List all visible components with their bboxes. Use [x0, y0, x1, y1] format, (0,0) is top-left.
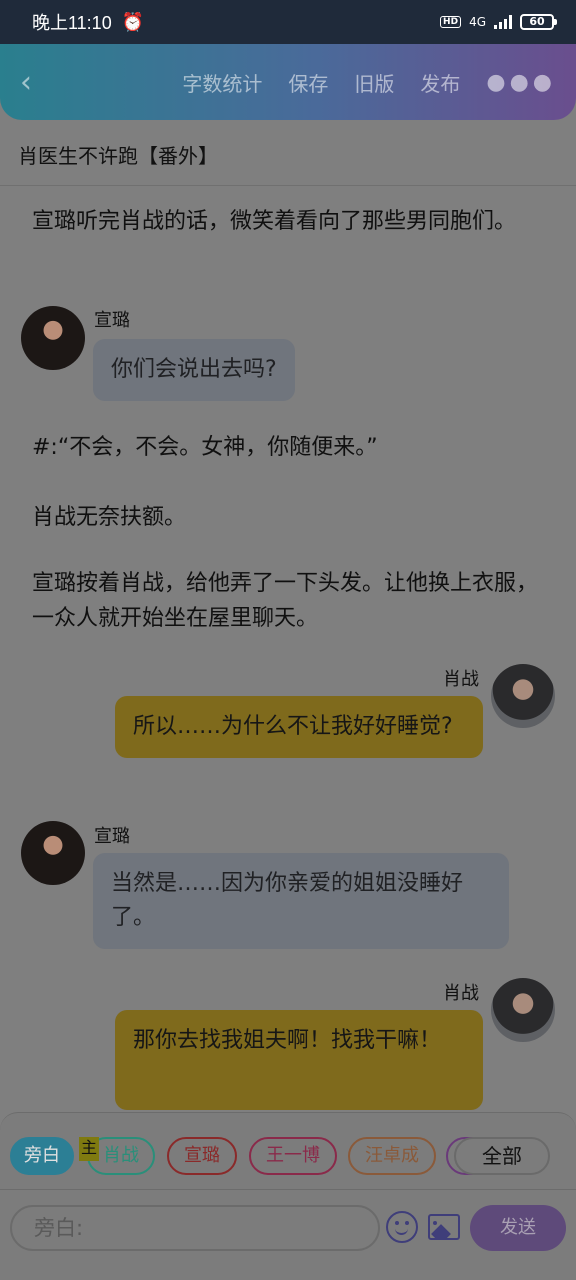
role-chip-bar[interactable]: 旁白 肖战 主 宣璐 王一博 汪卓成 全部: [10, 1137, 566, 1177]
divider: [0, 1189, 576, 1190]
signal-icon: [494, 15, 512, 29]
narration-text[interactable]: 宣璐听完肖战的话，微笑着看向了那些男同胞们。: [32, 204, 552, 239]
dialog-bubble-left[interactable]: 当然是……因为你亲爱的姐姐没睡好了。: [93, 853, 509, 949]
main-role-badge: 主: [79, 1137, 99, 1161]
message-input[interactable]: 旁白:: [10, 1205, 380, 1251]
role-chip-wangyibo[interactable]: 王一博: [249, 1137, 337, 1175]
app-header: ‹ 字数统计 保存 旧版 发布 ●●●: [0, 44, 576, 120]
send-button[interactable]: 发送: [470, 1205, 566, 1251]
avatar-xiaozhan[interactable]: [491, 664, 555, 728]
save-button[interactable]: 保存: [288, 68, 328, 97]
dialog-bubble-right[interactable]: 那你去找我姐夫啊！找我干嘛！: [115, 1010, 483, 1110]
hd-icon: HD: [440, 16, 462, 28]
avatar-xuanlu[interactable]: [21, 821, 85, 885]
speaker-name: 宣璐: [94, 826, 130, 847]
more-dots-icon[interactable]: ●●●: [486, 70, 556, 95]
bottom-panel: 旁白 肖战 主 宣璐 王一博 汪卓成 全部 旁白: 发送: [0, 1112, 576, 1280]
chapter-title[interactable]: 肖医生不许跑【番外】: [0, 130, 576, 186]
narration-text[interactable]: #:“不会，不会。女神，你随便来。”: [32, 430, 552, 465]
status-bar: 晚上11:10 ⏰ HD 4G 60: [0, 0, 576, 44]
speaker-name: 肖战: [443, 983, 479, 1004]
image-icon[interactable]: [428, 1214, 460, 1240]
old-version-button[interactable]: 旧版: [354, 68, 394, 97]
speaker-name: 宣璐: [94, 310, 130, 331]
word-count-button[interactable]: 字数统计: [182, 68, 262, 97]
chat-content[interactable]: 宣璐听完肖战的话，微笑着看向了那些男同胞们。 宣璐 你们会说出去吗? #:“不会…: [0, 190, 576, 1110]
avatar-xuanlu[interactable]: [21, 306, 85, 370]
publish-button[interactable]: 发布: [420, 68, 460, 97]
narration-text[interactable]: 肖战无奈扶额。: [32, 500, 552, 535]
speaker-name: 肖战: [443, 669, 479, 690]
status-icons: HD 4G 60: [440, 14, 557, 30]
role-chip-narrator[interactable]: 旁白: [10, 1137, 74, 1175]
narration-text[interactable]: 宣璐按着肖战，给他弄了一下头发。让他换上衣服，一众人就开始坐在屋里聊天。: [32, 566, 552, 636]
all-roles-button[interactable]: 全部: [454, 1137, 550, 1175]
status-time: 晚上11:10: [32, 13, 112, 33]
alarm-icon: ⏰: [121, 11, 145, 33]
role-chip-xuanlu[interactable]: 宣璐: [167, 1137, 237, 1175]
battery-level: 60: [529, 15, 545, 28]
role-chip-wangzhuocheng[interactable]: 汪卓成: [348, 1137, 436, 1175]
network-label: 4G: [469, 15, 486, 29]
avatar-xiaozhan[interactable]: [491, 978, 555, 1042]
dialog-bubble-left[interactable]: 你们会说出去吗?: [93, 339, 295, 401]
battery-icon: 60: [520, 14, 557, 30]
dialog-bubble-right[interactable]: 所以……为什么不让我好好睡觉?: [115, 696, 483, 758]
back-icon[interactable]: ‹: [20, 65, 60, 100]
header-actions: 字数统计 保存 旧版 发布 ●●●: [182, 68, 556, 97]
emoji-icon[interactable]: [386, 1211, 418, 1243]
